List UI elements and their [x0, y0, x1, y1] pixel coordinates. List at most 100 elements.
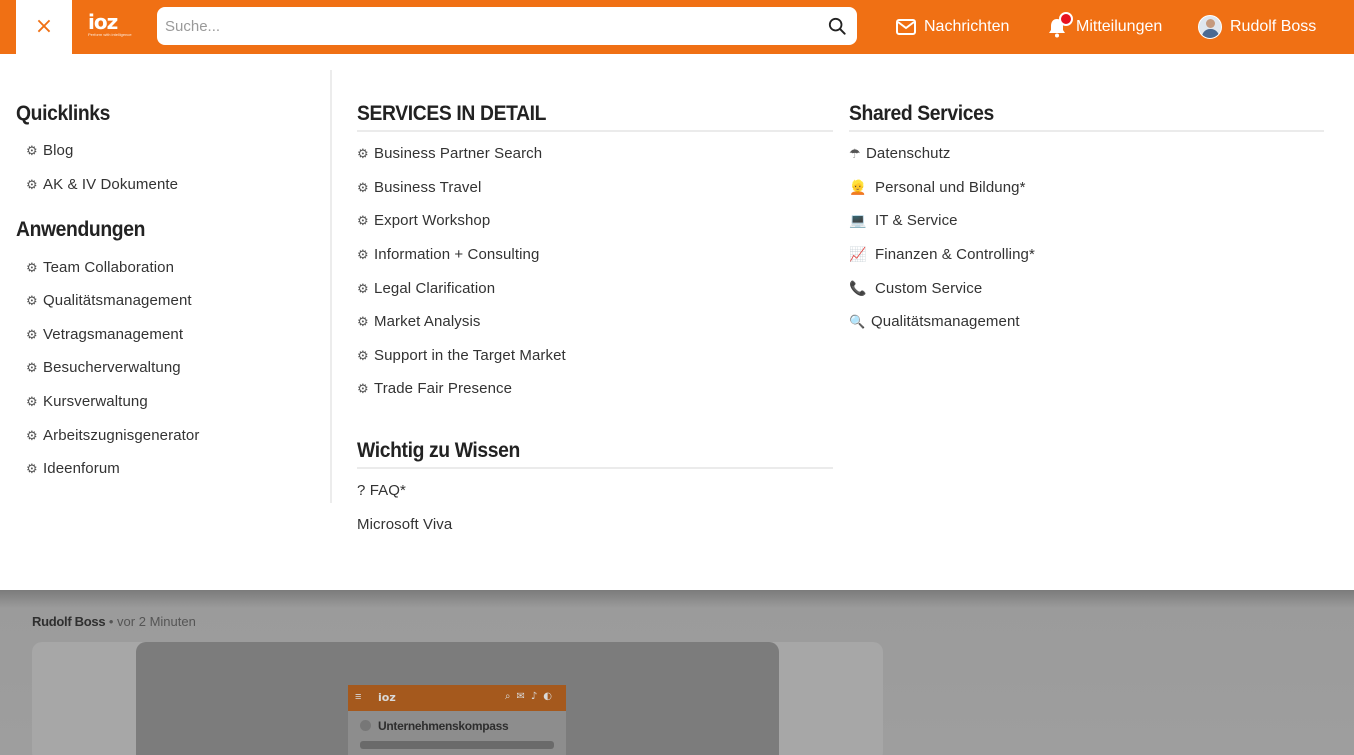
envelope-icon	[896, 19, 916, 35]
gear-icon: ⚙	[357, 349, 369, 364]
menu-link-label: AK & IV Dokumente	[43, 176, 179, 193]
messages-label: Nachrichten	[924, 18, 1010, 35]
person-icon: 👱	[849, 180, 867, 196]
top-navigation-bar: × ioz Perform with intelligence Nachrich…	[0, 0, 1354, 54]
menu-link-label: IT & Service	[875, 212, 958, 229]
menu-link-personal-und-bildung[interactable]: 👱 Personal und Bildung*	[849, 179, 1026, 196]
menu-link-label: Blog	[43, 142, 74, 159]
menu-link-team-collaboration[interactable]: ⚙ Team Collaboration	[26, 259, 174, 276]
menu-link-label: Market Analysis	[374, 313, 481, 330]
menu-link-label: Business Partner Search	[374, 145, 543, 162]
anwendungen-heading: Anwendungen	[16, 218, 146, 241]
wichtig-zu-wissen-heading: Wichtig zu Wissen	[357, 439, 520, 462]
post-time: • vor 2 Minuten	[108, 614, 196, 629]
close-menu-button[interactable]: ×	[16, 0, 72, 54]
menu-link-label: Support in the Target Market	[374, 347, 566, 364]
menu-link-label: Business Travel	[374, 179, 482, 196]
preview-toolbar-icons: ⌕✉♪◐	[504, 691, 558, 702]
search-box	[157, 7, 857, 45]
post-meta: Rudolf Boss • vor 2 Minuten	[32, 614, 196, 629]
mega-menu-panel: Quicklinks ⚙ Blog ⚙ AK & IV Dokumente Anwe…	[0, 54, 1354, 590]
menu-link-finanzen-controlling[interactable]: 📈 Finanzen & Controlling*	[849, 246, 1035, 263]
umbrella-icon: ☂	[849, 147, 861, 162]
menu-link-custom-service[interactable]: 📞 Custom Service	[849, 280, 982, 297]
preview-screenshot: ≡ ioz ⌕✉♪◐ Unternehmenskompass	[348, 685, 566, 755]
post-author: Rudolf Boss	[32, 614, 106, 629]
notifications-label: Mitteilungen	[1076, 18, 1163, 35]
heading-underline	[357, 467, 833, 469]
post-image: ≡ ioz ⌕✉♪◐ Unternehmenskompass	[136, 642, 779, 755]
search-icon[interactable]	[828, 17, 846, 35]
menu-link-support-target-market[interactable]: ⚙ Support in the Target Market	[357, 347, 566, 364]
menu-link-label: Vetragsmanagement	[43, 326, 184, 343]
menu-link-besucherverwaltung[interactable]: ⚙ Besucherverwaltung	[26, 359, 181, 376]
gear-icon: ⚙	[26, 294, 38, 309]
quicklinks-heading: Quicklinks	[16, 102, 111, 125]
menu-link-market-analysis[interactable]: ⚙ Market Analysis	[357, 313, 481, 330]
menu-link-trade-fair-presence[interactable]: ⚙ Trade Fair Presence	[357, 380, 512, 397]
logo-text: ioz	[88, 10, 118, 34]
gear-icon: ⚙	[26, 395, 38, 410]
menu-link-label: Export Workshop	[374, 212, 491, 229]
menu-link-legal-clarification[interactable]: ⚙ Legal Clarification	[357, 280, 495, 297]
menu-link-information-consulting[interactable]: ⚙ Information + Consulting	[357, 246, 539, 263]
bell-icon	[1046, 12, 1073, 38]
gear-icon: ⚙	[26, 178, 38, 193]
notification-badge	[1059, 12, 1073, 26]
menu-link-label: Information + Consulting	[374, 246, 540, 263]
menu-link-ideenforum[interactable]: ⚙ Ideenforum	[26, 460, 120, 477]
gear-icon: ⚙	[357, 248, 369, 263]
laptop-icon: 💻	[849, 213, 867, 229]
preview-banner	[360, 741, 554, 749]
ioz-logo[interactable]: ioz Perform with intelligence	[88, 10, 132, 40]
menu-link-label: Trade Fair Presence	[374, 380, 513, 397]
menu-link-ak-iv-dokumente[interactable]: ⚙ AK & IV Dokumente	[26, 176, 178, 193]
gear-icon: ⚙	[26, 361, 38, 376]
menu-link-business-travel[interactable]: ⚙ Business Travel	[357, 179, 481, 196]
menu-link-it-service[interactable]: 💻 IT & Service	[849, 212, 958, 229]
gear-icon: ⚙	[26, 328, 38, 343]
menu-link-faq[interactable]: ? FAQ*	[357, 482, 406, 499]
preview-title: Unternehmenskompass	[378, 719, 509, 733]
preview-topbar: ≡ ioz ⌕✉♪◐	[348, 685, 566, 711]
menu-icon: ≡	[355, 691, 362, 703]
menu-link-label: Qualitätsmanagement	[871, 313, 1020, 330]
heading-underline	[849, 130, 1324, 132]
logo-tagline: Perform with intelligence	[88, 32, 132, 37]
services-in-detail-heading: SERVICES IN DETAIL	[357, 102, 547, 125]
menu-link-label: Besucherverwaltung	[43, 359, 181, 376]
preview-logo: ioz	[378, 691, 396, 704]
close-icon: ×	[34, 14, 54, 39]
menu-link-label: Custom Service	[875, 280, 983, 297]
menu-link-label: Team Collaboration	[43, 259, 175, 276]
menu-link-datenschutz[interactable]: ☂ Datenschutz	[849, 145, 950, 162]
menu-link-label: Personal und Bildung*	[875, 179, 1026, 196]
gear-icon: ⚙	[357, 282, 369, 297]
menu-link-blog[interactable]: ⚙ Blog	[26, 142, 73, 159]
menu-link-microsoft-viva[interactable]: Microsoft Viva	[357, 516, 452, 533]
menu-link-qualitaetsmanagement[interactable]: ⚙ Qualitätsmanagement	[26, 292, 192, 309]
heading-underline	[357, 130, 833, 132]
messages-link[interactable]: Nachrichten	[896, 0, 1009, 54]
menu-link-export-workshop[interactable]: ⚙ Export Workshop	[357, 212, 490, 229]
gear-icon: ⚙	[357, 147, 369, 162]
gear-icon: ⚙	[357, 382, 369, 397]
gear-icon: ⚙	[26, 261, 38, 276]
gear-icon: ⚙	[26, 462, 38, 477]
menu-link-business-partner-search[interactable]: ⚙ Business Partner Search	[357, 145, 542, 162]
search-input[interactable]	[165, 12, 805, 40]
dimmed-feed-overlay[interactable]: Rudolf Boss • vor 2 Minuten ≡ ioz ⌕✉♪◐ U…	[0, 590, 1354, 755]
shared-services-heading: Shared Services	[849, 102, 994, 125]
user-profile-link[interactable]: Rudolf Boss	[1198, 0, 1316, 54]
menu-link-arbeitszugnisgenerator[interactable]: ⚙ Arbeitszugnisgenerator	[26, 427, 199, 444]
menu-link-label: Ideenforum	[43, 460, 120, 477]
gear-icon: ⚙	[357, 315, 369, 330]
menu-link-label: Datenschutz	[866, 145, 951, 162]
menu-link-kursverwaltung[interactable]: ⚙ Kursverwaltung	[26, 393, 148, 410]
gear-icon: ⚙	[26, 429, 38, 444]
menu-link-vetragsmanagement[interactable]: ⚙ Vetragsmanagement	[26, 326, 183, 343]
menu-link-qualitaetsmanagement-shared[interactable]: 🔍 Qualitätsmanagement	[849, 313, 1020, 330]
post-card: ≡ ioz ⌕✉♪◐ Unternehmenskompass	[32, 642, 883, 755]
compass-icon	[360, 720, 371, 731]
notifications-link[interactable]: Mitteilungen	[1046, 0, 1162, 54]
